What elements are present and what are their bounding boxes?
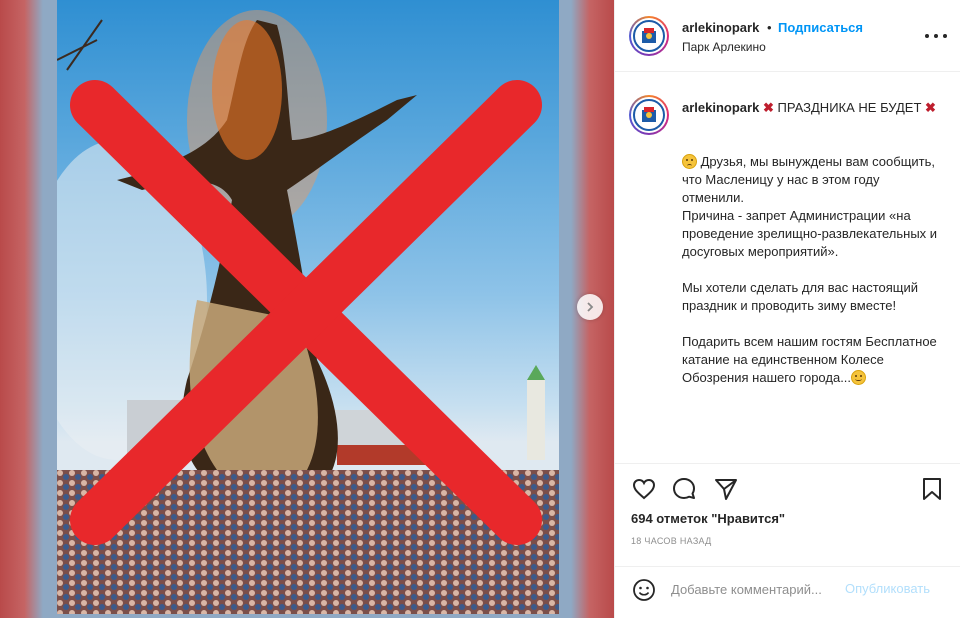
more-icon[interactable] <box>925 26 947 46</box>
arlekino-logo <box>633 99 665 131</box>
post-header: arlekinopark • Подписаться Парк Арлекино <box>615 0 960 72</box>
post-timestamp[interactable]: 18 часов назад <box>631 536 712 546</box>
comment-input[interactable] <box>671 577 841 601</box>
avatar[interactable] <box>629 16 669 56</box>
post-photo <box>57 0 559 614</box>
caption-body: Друзья, мы вынуждены вам сообщить, что М… <box>682 154 938 385</box>
photo-scene <box>57 10 559 614</box>
follow-button[interactable]: Подписаться <box>778 20 863 35</box>
next-media-button[interactable] <box>577 294 603 320</box>
comment-bar: Опубликовать <box>615 566 960 618</box>
smile-emoji-icon <box>851 370 867 385</box>
caption-username[interactable]: arlekinopark <box>682 100 759 115</box>
post-location[interactable]: Парк Арлекино <box>682 40 766 54</box>
post-actions: 694 отметок "Нравится" 18 часов назад <box>615 463 960 571</box>
comment-icon[interactable] <box>671 476 697 502</box>
chevron-right-icon <box>587 302 594 312</box>
cross-mark-icon: ✖ <box>925 100 936 115</box>
share-icon[interactable] <box>713 476 739 502</box>
bookmark-icon[interactable] <box>919 476 945 502</box>
caption-headline: arlekinopark ✖ ПРАЗДНИКА НЕ БУДЕТ ✖ <box>682 97 942 119</box>
emoji-icon[interactable] <box>631 577 657 603</box>
header-username[interactable]: arlekinopark <box>682 20 759 35</box>
church-tower <box>527 380 545 460</box>
caption-avatar[interactable] <box>629 95 669 135</box>
arlekino-logo <box>633 20 665 52</box>
tree-branch <box>57 19 103 71</box>
fire-flames <box>212 20 282 160</box>
post-caption: arlekinopark ✖ ПРАЗДНИКА НЕ БУДЕТ ✖ Друз… <box>615 73 960 463</box>
post-side-panel: arlekinopark • Подписаться Парк Арлекино… <box>614 0 960 618</box>
caption-body-wrap: Друзья, мы вынуждены вам сообщить, что М… <box>682 153 944 387</box>
sad-face-emoji-icon <box>682 154 697 169</box>
instagram-post-modal: arlekinopark • Подписаться Парк Арлекино… <box>0 0 960 618</box>
post-comment-button[interactable]: Опубликовать <box>845 581 930 596</box>
cross-mark-icon: ✖ <box>762 100 774 115</box>
church-dome <box>527 365 545 380</box>
harlequin-logo-icon <box>642 107 656 122</box>
header-separator: • <box>767 20 772 35</box>
likes-count[interactable]: 694 отметок "Нравится" <box>631 511 785 526</box>
harlequin-logo-icon <box>642 28 656 43</box>
caption-title: ПРАЗДНИКА НЕ БУДЕТ <box>777 100 922 115</box>
heart-icon[interactable] <box>631 476 657 502</box>
